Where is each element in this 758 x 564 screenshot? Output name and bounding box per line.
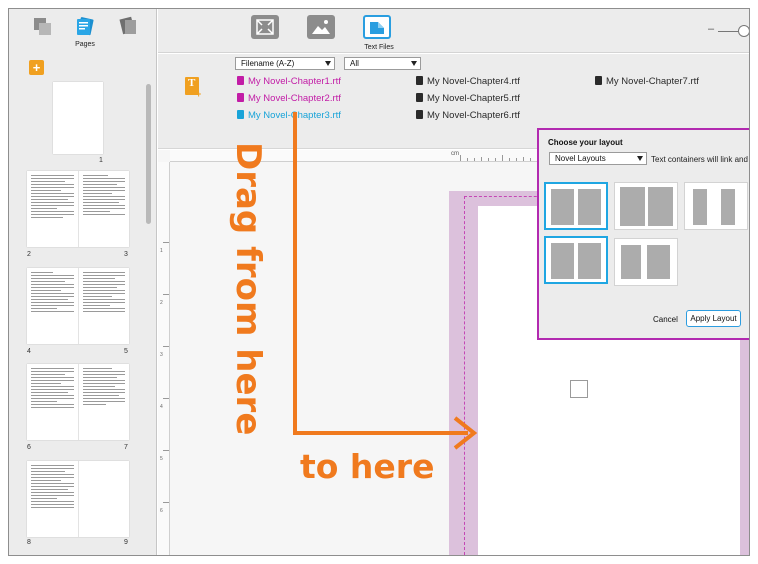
- drop-instruction-text: to here: [300, 447, 435, 486]
